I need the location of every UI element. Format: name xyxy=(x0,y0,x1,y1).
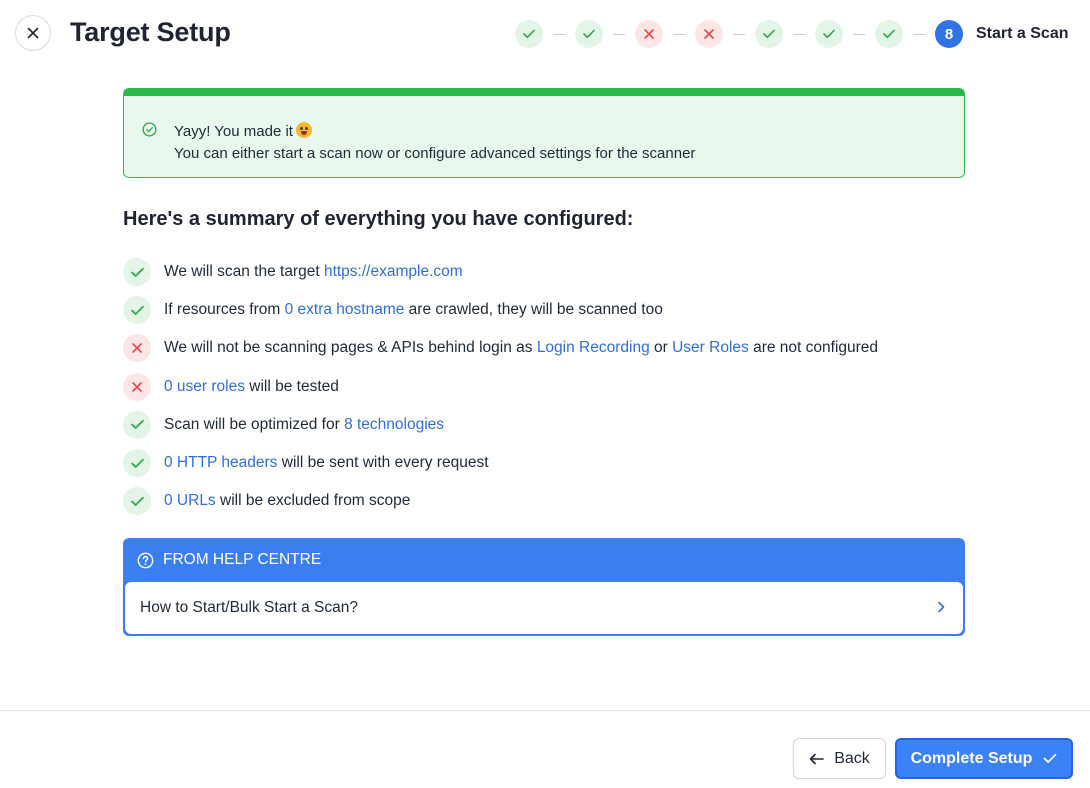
list-item: We will scan the target https://example.… xyxy=(123,253,965,291)
check-icon xyxy=(763,29,775,39)
step-7[interactable] xyxy=(875,20,903,48)
list-item: 0 user roles will be tested xyxy=(123,368,965,406)
check-icon xyxy=(583,29,595,39)
success-banner: Yayy! You made it You can either start a… xyxy=(123,88,965,178)
help-centre-title: FROM HELP CENTRE xyxy=(163,551,322,568)
step-separator xyxy=(853,33,865,35)
close-icon xyxy=(27,27,39,39)
step-separator xyxy=(733,33,745,35)
help-centre-header: FROM HELP CENTRE xyxy=(125,540,963,580)
item-text: We will not be scanning pages & APIs beh… xyxy=(164,339,537,357)
footer-divider xyxy=(0,710,1090,711)
header: Target Setup 8 Start a Scan xyxy=(0,0,1090,68)
item-text: will be tested xyxy=(244,377,339,395)
item-text: are crawled, they will be scanned too xyxy=(404,301,663,319)
check-circle-icon xyxy=(142,122,157,137)
step-current-number: 8 xyxy=(935,20,963,48)
x-icon xyxy=(123,372,151,401)
x-icon xyxy=(123,334,151,363)
step-separator xyxy=(613,33,625,35)
item-text: will be sent with every request xyxy=(277,454,489,472)
check-icon xyxy=(523,29,535,39)
summary-list: We will scan the target https://example.… xyxy=(123,253,965,520)
step-2[interactable] xyxy=(575,20,603,48)
step-separator xyxy=(913,33,925,35)
x-icon xyxy=(644,29,654,39)
step-4[interactable] xyxy=(695,20,723,48)
list-item: 0 HTTP headers will be sent with every r… xyxy=(123,444,965,482)
item-text: are not configured xyxy=(748,339,879,357)
item-text: If resources from xyxy=(164,301,285,319)
step-1[interactable] xyxy=(515,20,543,48)
chevron-right-icon xyxy=(938,601,945,613)
check-icon xyxy=(123,487,151,516)
technologies-link[interactable]: 8 technologies xyxy=(344,416,444,434)
check-icon xyxy=(123,296,151,325)
complete-setup-label: Complete Setup xyxy=(910,749,1033,767)
check-icon xyxy=(123,449,151,478)
back-button[interactable]: Back xyxy=(793,738,886,779)
user-roles-link[interactable]: User Roles xyxy=(672,339,749,357)
list-item: Scan will be optimized for 8 technologie… xyxy=(123,406,965,444)
page-title: Target Setup xyxy=(70,17,231,47)
help-centre-panel: FROM HELP CENTRE How to Start/Bulk Start… xyxy=(123,538,965,636)
success-subtitle: You can either start a scan now or confi… xyxy=(174,145,696,162)
x-icon xyxy=(704,29,714,39)
check-icon xyxy=(123,258,151,287)
help-article-link[interactable]: How to Start/Bulk Start a Scan? xyxy=(125,582,963,634)
list-item: We will not be scanning pages & APIs beh… xyxy=(123,329,965,367)
close-button[interactable] xyxy=(15,15,51,51)
excluded-urls-link[interactable]: 0 URLs xyxy=(164,492,216,510)
summary-title: Here's a summary of everything you have … xyxy=(123,208,634,230)
check-icon xyxy=(1044,753,1057,763)
list-item: 0 URLs will be excluded from scope xyxy=(123,482,965,520)
complete-setup-button[interactable]: Complete Setup xyxy=(895,738,1073,779)
target-url-link[interactable]: https://example.com xyxy=(324,263,463,281)
list-item: If resources from 0 extra hostname are c… xyxy=(123,291,965,329)
stepper: 8 Start a Scan xyxy=(515,20,1068,48)
check-icon xyxy=(823,29,835,39)
item-text: Scan will be optimized for xyxy=(164,415,345,433)
main-content: Yayy! You made it You can either start a… xyxy=(123,88,965,636)
success-title: Yayy! You made it xyxy=(174,122,312,140)
step-6[interactable] xyxy=(815,20,843,48)
question-circle-icon xyxy=(137,552,154,568)
item-text: or xyxy=(649,339,673,357)
user-roles-count-link[interactable]: 0 user roles xyxy=(164,378,245,396)
step-separator xyxy=(673,33,685,35)
grinning-face-emoji xyxy=(295,122,312,138)
back-button-label: Back xyxy=(834,749,870,767)
login-recording-link[interactable]: Login Recording xyxy=(537,339,650,357)
step-separator xyxy=(553,33,565,35)
item-text: We will scan the target xyxy=(164,263,324,281)
step-current-label: Start a Scan xyxy=(976,25,1069,42)
arrow-left-icon xyxy=(809,753,825,764)
item-text: will be excluded from scope xyxy=(215,492,411,510)
step-5[interactable] xyxy=(755,20,783,48)
step-3[interactable] xyxy=(635,20,663,48)
http-headers-link[interactable]: 0 HTTP headers xyxy=(164,454,277,472)
step-separator xyxy=(793,33,805,35)
check-icon xyxy=(883,29,895,39)
extra-hostname-link[interactable]: 0 extra hostname xyxy=(285,301,405,319)
check-icon xyxy=(123,410,151,439)
help-article-title: How to Start/Bulk Start a Scan? xyxy=(140,599,358,616)
